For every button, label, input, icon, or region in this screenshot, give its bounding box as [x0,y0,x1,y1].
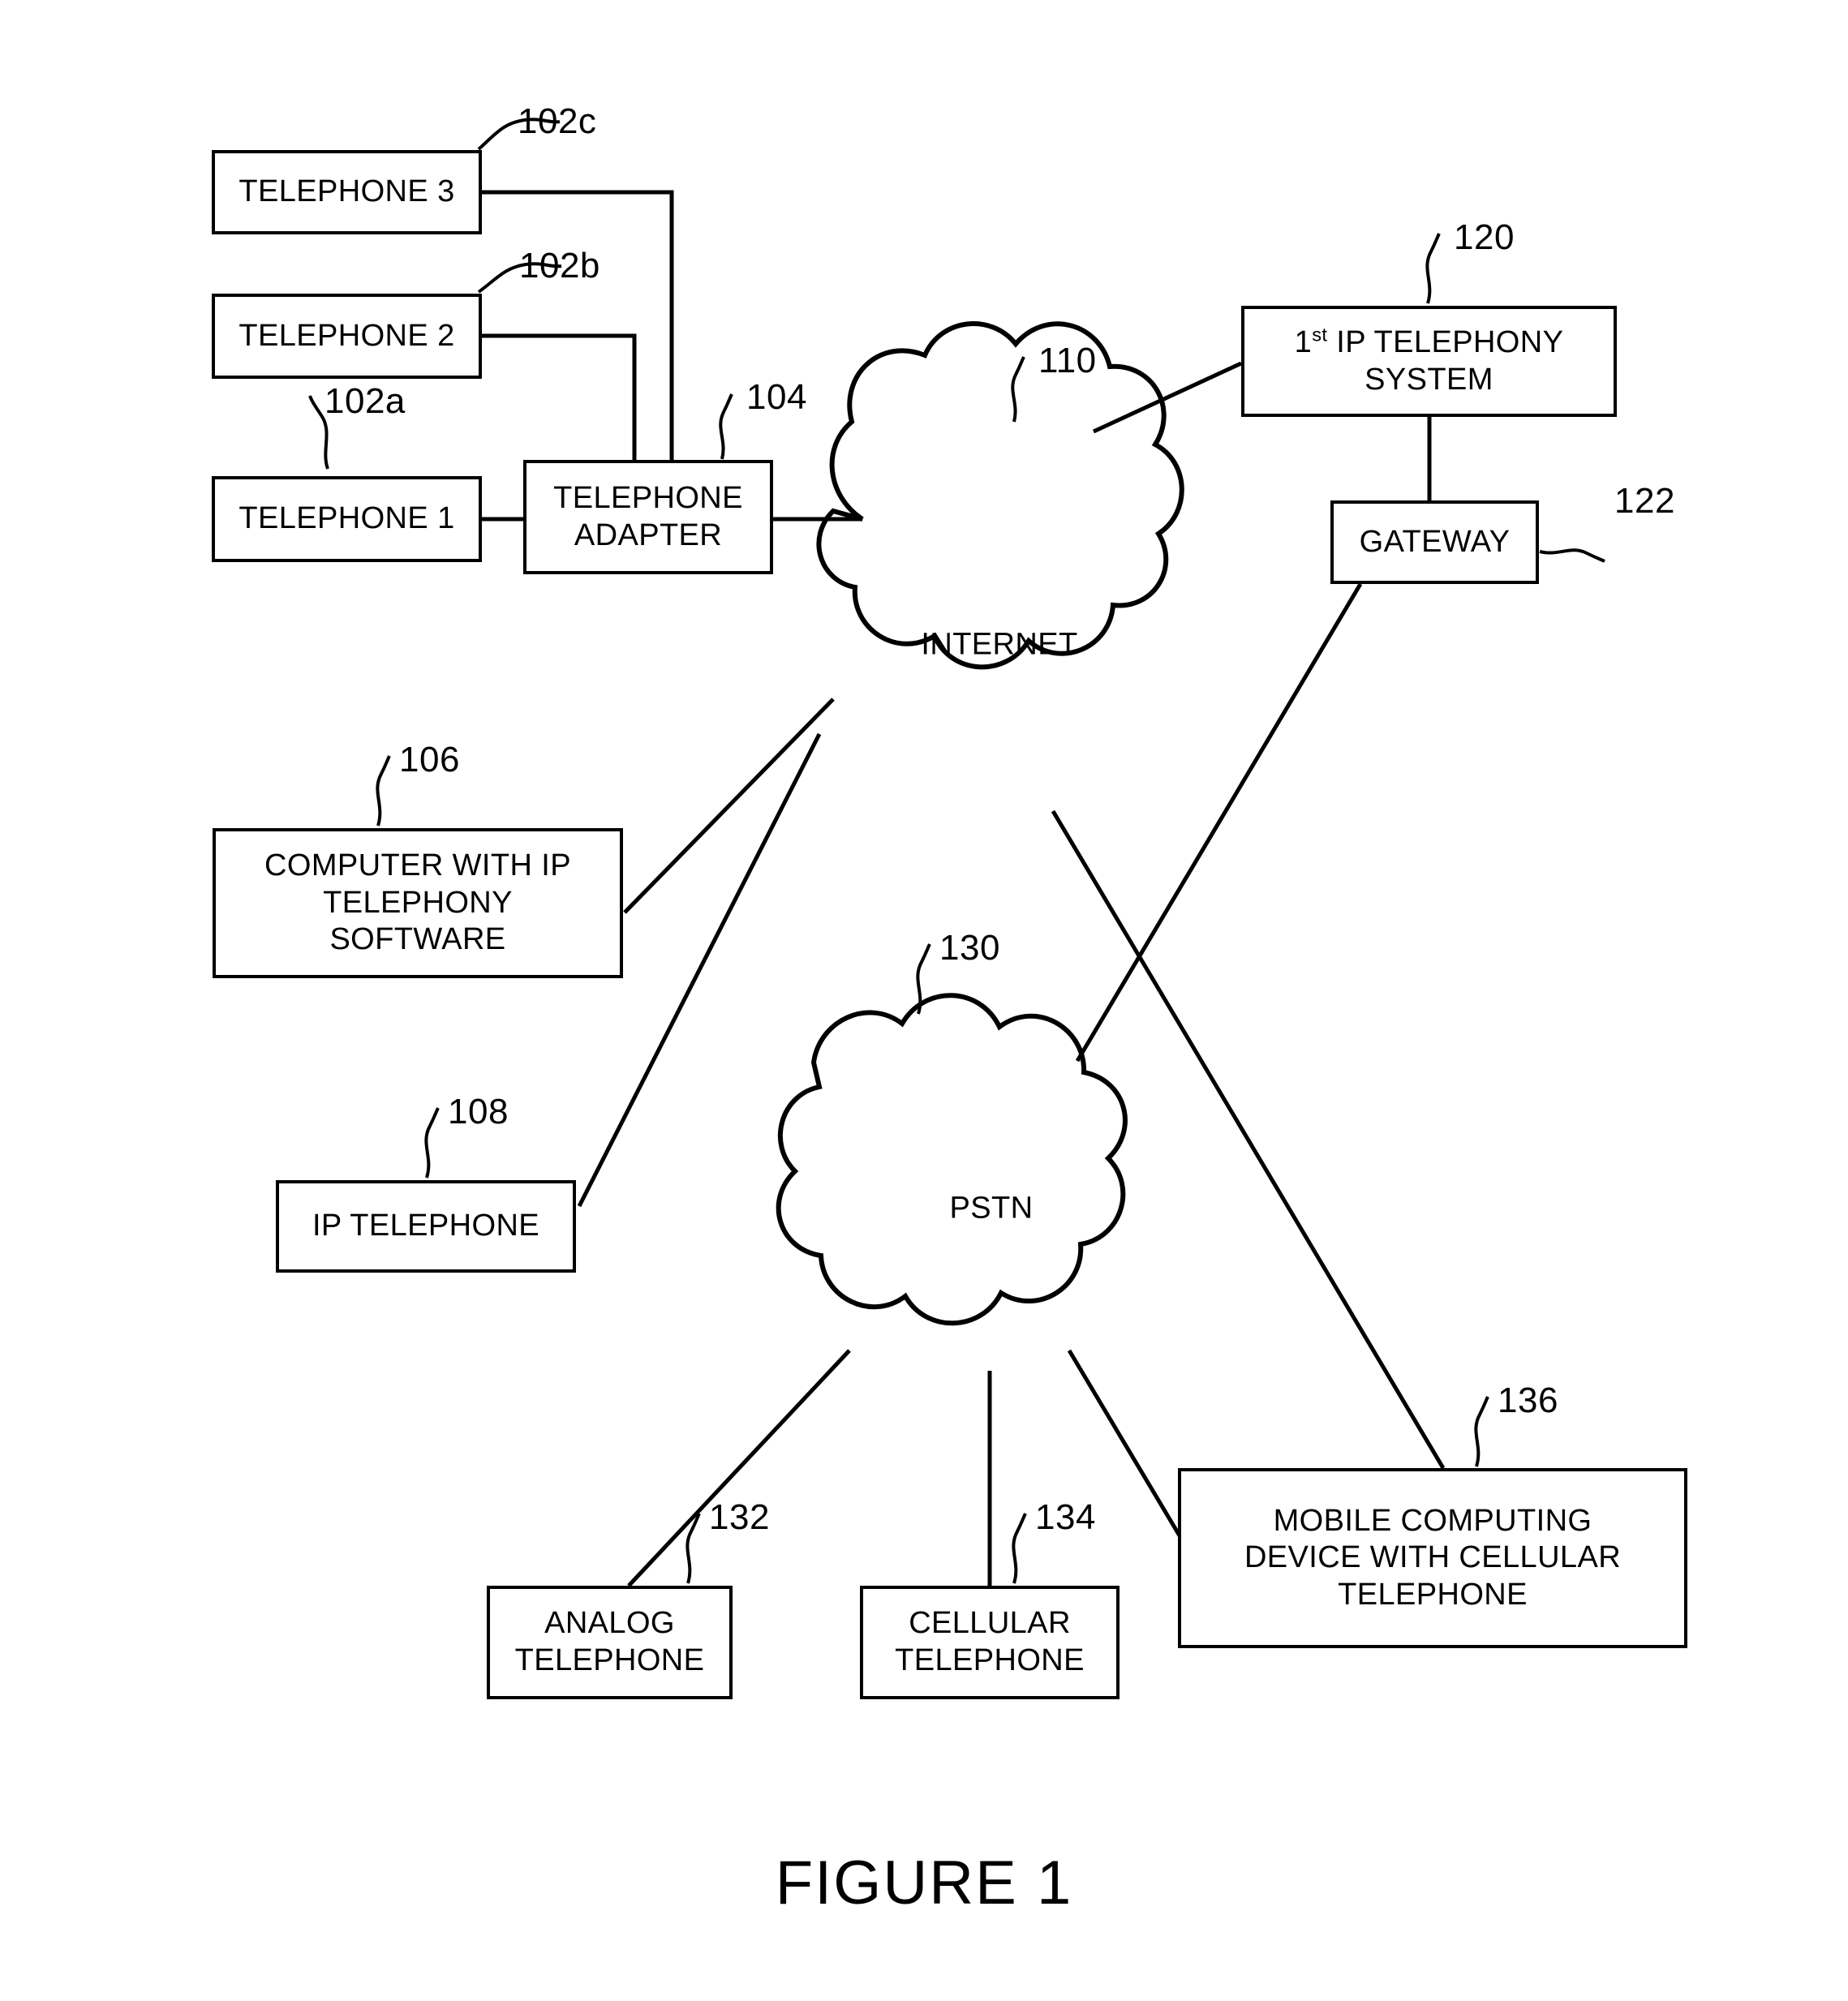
node-mobile-device-label: MOBILE COMPUTING DEVICE WITH CELLULAR TELE… [1186,1503,1679,1614]
mobile-line-3: TELEPHONE [1338,1577,1528,1612]
adapter-line-1: TELEPHONE [553,480,743,515]
computer-line-2: TELEPHONY [323,885,513,920]
ipts-line-2: SYSTEM [1365,362,1493,397]
analog-line-1: ANALOG [544,1606,675,1641]
connector-gateway-pstn [1075,582,1363,1063]
node-telephone-adapter: TELEPHONE ADAPTER [523,460,773,574]
ref-numeral-122: 122 [1614,481,1675,521]
connector-telephone2-adapter [482,333,637,460]
ref-numeral-130: 130 [939,928,1000,968]
patent-figure: TELEPHONE 3 TELEPHONE 2 TELEPHONE 1 TELE… [0,0,1848,2001]
ref-numeral-134: 134 [1035,1497,1096,1537]
node-telephone-2-label: TELEPHONE 2 [239,318,455,353]
leader-106 [376,755,391,827]
pstn-cloud-shape [776,993,1128,1326]
connector-internet-iptelephony [1092,361,1243,434]
ref-numeral-106: 106 [399,740,460,779]
leader-104 [719,393,733,460]
node-telephone-3-label: TELEPHONE 3 [239,174,455,209]
node-telephone-2: TELEPHONE 2 [212,294,482,379]
node-ip-telephone-label: IP TELEPHONE [312,1209,540,1243]
cellular-line-2: TELEPHONE [895,1643,1085,1677]
ref-numeral-102c: 102c [518,101,597,141]
node-analog-telephone-label: ANALOG TELEPHONE [495,1605,724,1679]
figure-caption: FIGURE 1 [775,1849,1073,1917]
leader-136 [1474,1396,1489,1467]
node-telephone-adapter-label: TELEPHONE ADAPTER [531,480,765,554]
node-cellular-telephone-label: CELLULAR TELEPHONE [868,1605,1111,1679]
node-telephone-1-label: TELEPHONE 1 [239,501,455,536]
ref-numeral-102b: 102b [519,246,600,286]
node-computer-with-ip-telephony-software: COMPUTER WITH IP TELEPHONY SOFTWARE [213,828,623,978]
leader-120 [1425,233,1441,304]
mobile-line-2: DEVICE WITH CELLULAR [1244,1540,1622,1575]
connector-internet-mobiledevice [1051,809,1446,1470]
leader-134 [1012,1513,1027,1584]
connector-telephone3-adapter [482,190,674,460]
ipts-ordinal-number: 1 [1294,324,1313,359]
computer-line-1: COMPUTER WITH IP [264,848,571,883]
internet-cloud-label: INTERNET [921,627,1078,662]
connector-internet-computer [623,698,835,914]
node-gateway: GATEWAY [1330,500,1539,584]
node-analog-telephone: ANALOG TELEPHONE [487,1586,733,1699]
node-mobile-computing-device: MOBILE COMPUTING DEVICE WITH CELLULAR TELE… [1178,1468,1687,1648]
ref-numeral-132: 132 [709,1497,770,1537]
ref-numeral-108: 108 [448,1092,509,1131]
node-gateway-label: GATEWAY [1359,524,1511,559]
node-ip-telephony-system: 1st IP TELEPHONY SYSTEM [1241,306,1617,417]
leader-108 [424,1107,440,1179]
node-telephone-3: TELEPHONE 3 [212,150,482,234]
analog-line-2: TELEPHONE [514,1643,705,1677]
leader-122 [1539,548,1605,563]
ref-numeral-110: 110 [1038,341,1097,380]
ref-numeral-136: 136 [1498,1381,1558,1420]
ref-numeral-102a: 102a [324,381,406,421]
leader-110 [1011,356,1025,423]
mobile-line-1: MOBILE COMPUTING [1273,1503,1592,1538]
ipts-ordinal-suffix: st [1312,324,1328,346]
ref-numeral-104: 104 [746,377,807,417]
ipts-line-1-rest: IP TELEPHONY [1327,324,1564,359]
cellular-line-1: CELLULAR [909,1606,1071,1641]
computer-line-3: SOFTWARE [329,922,506,957]
node-cellular-telephone: CELLULAR TELEPHONE [860,1586,1120,1699]
connector-pstn-analogtelephone [627,1349,851,1587]
node-ip-telephony-system-label: 1st IP TELEPHONY SYSTEM [1249,324,1609,398]
node-ip-telephone: IP TELEPHONE [276,1180,576,1273]
internet-cloud-shape [816,321,1184,670]
adapter-line-2: ADAPTER [574,517,723,552]
pstn-cloud-label: PSTN [949,1191,1034,1226]
ref-numeral-120: 120 [1454,217,1515,257]
node-computer-label: COMPUTER WITH IP TELEPHONY SOFTWARE [221,848,615,959]
node-telephone-1: TELEPHONE 1 [212,476,482,562]
